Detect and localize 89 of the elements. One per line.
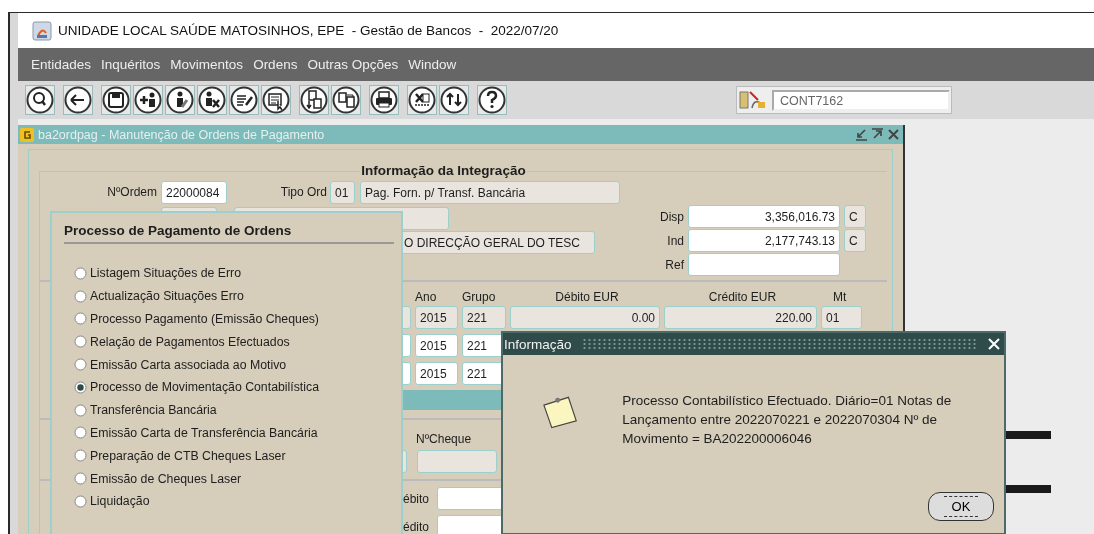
field-label: NºOrdem [106,185,157,199]
field-label: édito [403,519,431,534]
radio-button[interactable] [74,380,87,394]
radio-label[interactable]: Actualização Situações Erro [90,289,244,304]
menu-item[interactable]: Movimentos [165,57,249,72]
floppy-disk-icon[interactable] [101,85,131,115]
column-header: Crédito EUR [707,290,778,304]
window-title: UNIDADE LOCAL SAÚDE MATOSINHOS, EPE - Gestão de Bancos - 2022/07/20 [58,23,559,38]
help-icon[interactable] [477,85,507,115]
add-person-icon[interactable] [133,85,163,115]
radio-label[interactable]: Emissão Carta associada ao Motivo [90,357,287,372]
stripe-mark [1004,485,1051,493]
input-field[interactable]: 01 [330,180,355,204]
person-delete-icon[interactable] [197,85,227,115]
radio-label[interactable]: Emissão Carta de Transferência Bancária [90,425,318,440]
copy-down-icon[interactable] [299,85,329,115]
input-field[interactable] [437,515,503,534]
menu-item[interactable]: Ordens [248,57,303,72]
field-label: NºCheque [416,432,472,446]
radio-button[interactable] [74,403,87,417]
radio-label[interactable]: Processo Pagamento (Emissão Cheques) [90,312,319,326]
column-header: Grupo [462,290,497,304]
ok-button[interactable]: OK [928,492,994,521]
list-edit-icon[interactable] [229,85,259,115]
menu-item[interactable]: Entidades [26,57,97,72]
radio-button[interactable] [74,426,87,440]
radio-label[interactable]: Transferência Bancária [90,403,217,418]
radio-label[interactable]: Relação de Pagamentos Efectuados [90,334,290,349]
field-label: Tipo Ord [279,185,327,199]
radio-label[interactable]: Processo de Movimentação Contabilística [90,380,319,395]
table-cell[interactable]: 2015 [415,362,458,385]
message-text: Processo Contabilístico Efectuado. Diário=01 Notas de Lançamento entre 2022070221 e 2022070304 Nº de Movimento = BA202200006046 [622,392,953,448]
radio-button[interactable] [74,449,87,463]
back-arrow-icon[interactable] [63,85,93,115]
app-icon [32,20,52,41]
menu-item[interactable]: Inquéritos [96,57,166,72]
radio-button[interactable] [74,494,87,508]
close-icon[interactable] [887,128,900,141]
radio-label[interactable]: Emissão de Cheques Laser [90,471,242,486]
table-cell[interactable]: 0.00 [510,306,660,329]
input-field[interactable] [437,487,503,510]
section-heading: Informação da Integração [360,163,527,178]
search-icon[interactable] [25,85,55,115]
radio-label[interactable]: Listagem Situações de Erro [90,266,242,281]
maximize-icon[interactable] [871,128,884,141]
radio-button[interactable] [74,472,87,486]
excel-icon[interactable] [407,85,437,115]
menu-item[interactable]: Window [403,57,462,72]
copy-up-icon[interactable] [331,85,361,115]
panel-title: Processo de Pagamento de Ordens [64,223,394,244]
person-icon[interactable] [165,85,195,115]
dialog-title: Informação [504,336,572,352]
radio-button[interactable] [74,335,87,349]
field-label: Disp [659,209,684,224]
input-field[interactable]: Pag. Forn. p/ Transf. Bancária [360,180,620,204]
input-field[interactable]: 3,356,016.73 [688,205,840,228]
field-label: Ref [664,257,684,272]
flag-field[interactable]: C [844,205,866,228]
table-cell[interactable]: 2015 [415,306,458,329]
column-header: Mt [832,290,848,304]
input-field[interactable] [688,253,840,276]
table-cell[interactable]: 221 [462,306,506,329]
stripe-mark [1004,431,1051,439]
column-header: Débito EUR [554,290,620,304]
radio-button[interactable] [74,266,87,280]
radio-button[interactable] [74,312,87,326]
form-icon [20,127,34,142]
input-field[interactable]: 22000084 [161,180,227,204]
flag-field[interactable]: C [844,229,866,252]
database-key-icon [738,88,768,112]
radio-button[interactable] [74,289,87,303]
table-cell[interactable]: 2015 [415,334,458,357]
table-cell[interactable]: 220.00 [664,306,817,329]
radio-label[interactable]: Preparação de CTB Cheques Laser [90,448,286,463]
user-field[interactable]: CONT7162 [772,89,950,111]
field-label: Ind [666,233,684,248]
field-label: ébito [403,491,431,506]
radio-button[interactable] [74,358,87,372]
printer-icon[interactable] [369,85,399,115]
input-field[interactable]: 2,177,743.13 [688,229,840,252]
list-pointer-icon[interactable] [261,85,291,115]
minimize-icon[interactable] [855,128,868,141]
table-cell[interactable]: 01 [821,306,862,329]
input-field[interactable] [417,450,497,473]
window-title: ba2ordpag - Manutenção de Ordens de Pagamento [38,127,325,142]
radio-label[interactable]: Liquidação [90,494,150,509]
up-down-arrows-icon[interactable] [439,85,469,115]
column-header: Ano [415,290,438,304]
menu-item[interactable]: Outras Opções [302,57,404,72]
